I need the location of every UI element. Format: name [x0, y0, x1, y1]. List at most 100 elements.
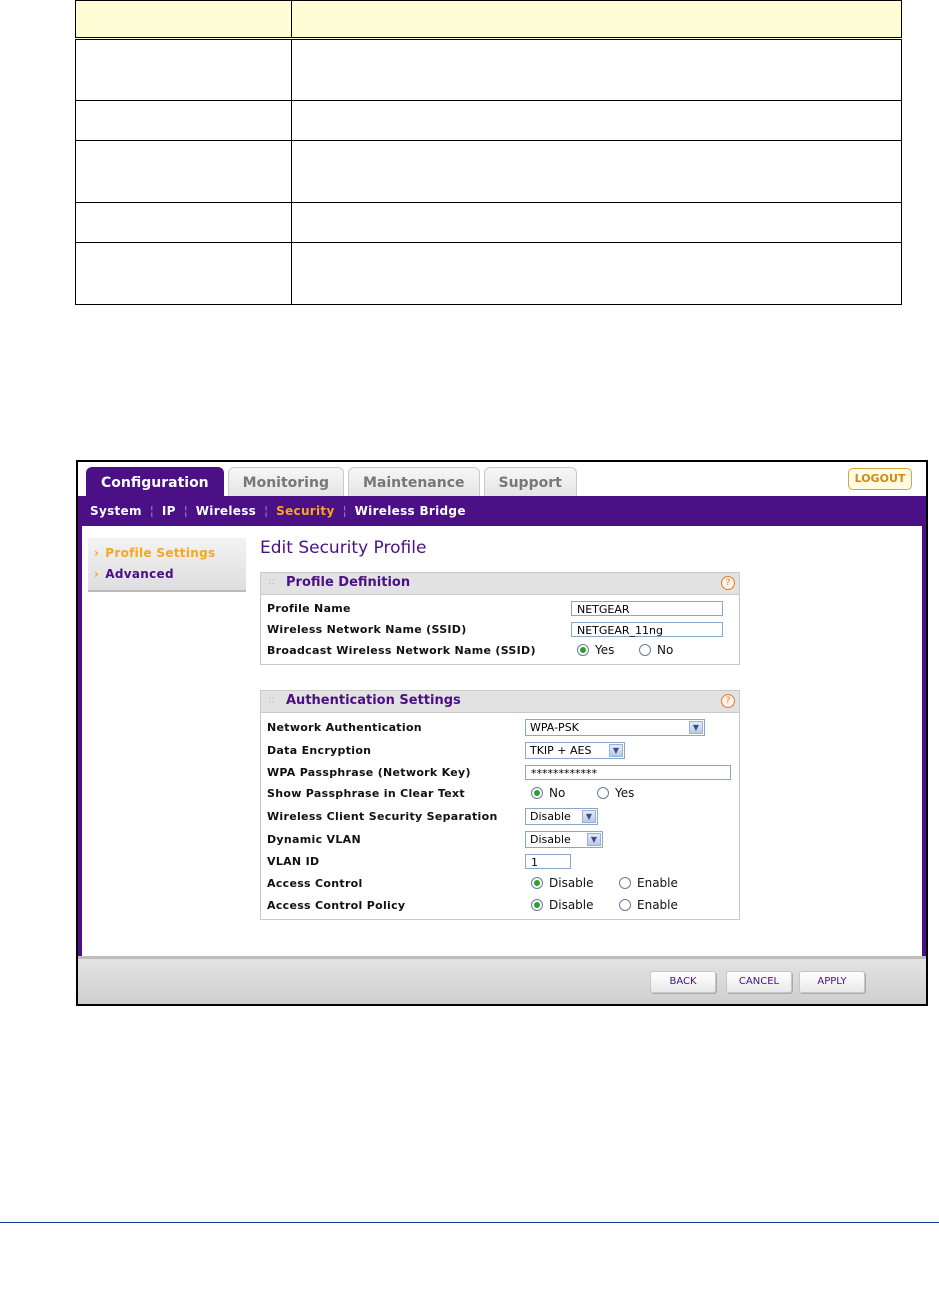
subnav-system[interactable]: System	[90, 504, 142, 518]
subnav-separator: ¦	[342, 504, 347, 518]
chevron-right-icon: ›	[94, 567, 100, 581]
vlan-id-input[interactable]: 1	[525, 854, 571, 869]
sidebar-item-label: Profile Settings	[105, 546, 216, 560]
table-row	[75, 140, 902, 203]
broadcast-yes-label: Yes	[595, 643, 615, 657]
select-value: WPA-PSK	[530, 721, 579, 734]
show-passphrase-label: Show Passphrase in Clear Text	[267, 787, 465, 800]
profile-name-input[interactable]: NETGEAR	[571, 601, 723, 616]
table-cell	[291, 100, 902, 141]
data-encryption-row: Data Encryption TKIP + AES ▼	[267, 741, 733, 761]
broadcast-yes-radio[interactable]	[577, 644, 589, 656]
profile-definition-section: :: Profile Definition ? Profile Name NET…	[260, 572, 740, 665]
tab-monitoring[interactable]: Monitoring	[227, 467, 344, 496]
subnav-wireless[interactable]: Wireless	[196, 504, 256, 518]
access-control-enable-radio[interactable]	[619, 877, 631, 889]
back-button[interactable]: BACK	[650, 971, 716, 993]
help-icon[interactable]: ?	[721, 694, 735, 708]
chevron-down-icon: ▼	[582, 810, 596, 823]
section-title: Profile Definition	[286, 575, 411, 590]
table-cell	[291, 242, 902, 305]
table-cell	[75, 38, 292, 101]
table-row	[75, 38, 902, 101]
chevron-down-icon: ▼	[587, 833, 601, 846]
tab-configuration[interactable]: Configuration	[86, 467, 224, 498]
access-control-disable-radio[interactable]	[531, 877, 543, 889]
client-separation-row: Wireless Client Security Separation Disa…	[267, 807, 733, 827]
vlan-id-label: VLAN ID	[267, 855, 320, 868]
vlan-id-row: VLAN ID 1	[267, 852, 733, 872]
dynamic-vlan-label: Dynamic VLAN	[267, 833, 361, 846]
table-header-cell	[75, 0, 292, 40]
main-tabs: Configuration Monitoring Maintenance Sup…	[86, 467, 577, 498]
show-passphrase-yes-radio[interactable]	[597, 787, 609, 799]
subnav-wireless-bridge[interactable]: Wireless Bridge	[355, 504, 466, 518]
access-control-label: Access Control	[267, 877, 363, 890]
client-separation-select[interactable]: Disable ▼	[525, 808, 598, 825]
section-header: :: Profile Definition ?	[261, 573, 739, 595]
passphrase-row: WPA Passphrase (Network Key) ***********…	[267, 763, 733, 783]
apply-button[interactable]: APPLY	[799, 971, 865, 993]
table-cell	[75, 202, 292, 243]
table-header-row	[75, 0, 902, 40]
ssid-input[interactable]: NETGEAR_11ng	[571, 622, 723, 637]
table-cell	[75, 140, 292, 203]
broadcast-no-radio[interactable]	[639, 644, 651, 656]
section-header: :: Authentication Settings ?	[261, 691, 739, 713]
table-header-cell	[291, 0, 902, 40]
table-row	[75, 202, 902, 243]
broadcast-ssid-label: Broadcast Wireless Network Name (SSID)	[267, 644, 536, 657]
subnav-ip[interactable]: IP	[162, 504, 176, 518]
tab-support[interactable]: Support	[483, 467, 577, 496]
profile-name-label: Profile Name	[267, 602, 351, 615]
authentication-settings-section: :: Authentication Settings ? Network Aut…	[260, 690, 740, 920]
show-passphrase-no-label: No	[549, 786, 566, 800]
table-row	[75, 242, 902, 305]
network-authentication-row: Network Authentication WPA-PSK ▼	[267, 718, 733, 738]
subnav-security[interactable]: Security	[276, 504, 334, 518]
dynamic-vlan-select[interactable]: Disable ▼	[525, 831, 603, 848]
access-control-policy-disable-label: Disable	[549, 898, 594, 912]
client-separation-label: Wireless Client Security Separation	[267, 810, 498, 823]
access-control-policy-disable-radio[interactable]	[531, 899, 543, 911]
access-control-disable-label: Disable	[549, 876, 594, 890]
broadcast-ssid-row: Broadcast Wireless Network Name (SSID) Y…	[267, 641, 733, 661]
table-cell	[75, 100, 292, 141]
table-cell	[291, 202, 902, 243]
sidebar-item-advanced[interactable]: › Advanced	[94, 567, 174, 581]
grip-icon: ::	[268, 694, 275, 705]
cancel-button[interactable]: CANCEL	[726, 971, 792, 993]
table-cell	[291, 140, 902, 203]
access-control-policy-label: Access Control Policy	[267, 899, 406, 912]
select-value: Disable	[530, 833, 571, 846]
show-passphrase-no-radio[interactable]	[531, 787, 543, 799]
subnav-separator: ¦	[183, 504, 188, 518]
select-value: Disable	[530, 810, 571, 823]
subnav-separator: ¦	[264, 504, 269, 518]
dynamic-vlan-row: Dynamic VLAN Disable ▼	[267, 830, 733, 850]
ssid-label: Wireless Network Name (SSID)	[267, 623, 467, 636]
ssid-row: Wireless Network Name (SSID) NETGEAR_11n…	[267, 620, 733, 640]
footer-bar: BACK CANCEL APPLY	[78, 956, 926, 1004]
network-authentication-select[interactable]: WPA-PSK ▼	[525, 719, 705, 736]
access-control-policy-enable-label: Enable	[637, 898, 678, 912]
grip-icon: ::	[268, 576, 275, 587]
passphrase-input[interactable]: ************	[525, 765, 731, 780]
show-passphrase-row: Show Passphrase in Clear Text No Yes	[267, 784, 733, 804]
chevron-right-icon: ›	[94, 546, 100, 560]
data-encryption-select[interactable]: TKIP + AES ▼	[525, 742, 625, 759]
table-cell	[75, 242, 292, 305]
sidebar: › Profile Settings › Advanced	[88, 538, 246, 592]
logout-button[interactable]: LOGOUT	[848, 468, 912, 490]
section-title: Authentication Settings	[286, 693, 461, 708]
passphrase-label: WPA Passphrase (Network Key)	[267, 766, 471, 779]
access-control-policy-enable-radio[interactable]	[619, 899, 631, 911]
sidebar-item-profile-settings[interactable]: › Profile Settings	[94, 546, 215, 560]
sub-navigation: System ¦ IP ¦ Wireless ¦ Security ¦ Wire…	[78, 496, 926, 526]
data-encryption-label: Data Encryption	[267, 744, 372, 757]
show-passphrase-yes-label: Yes	[615, 786, 635, 800]
help-icon[interactable]: ?	[721, 576, 735, 590]
chevron-down-icon: ▼	[609, 744, 623, 757]
tab-maintenance[interactable]: Maintenance	[347, 467, 480, 496]
access-control-row: Access Control Disable Enable	[267, 874, 733, 894]
